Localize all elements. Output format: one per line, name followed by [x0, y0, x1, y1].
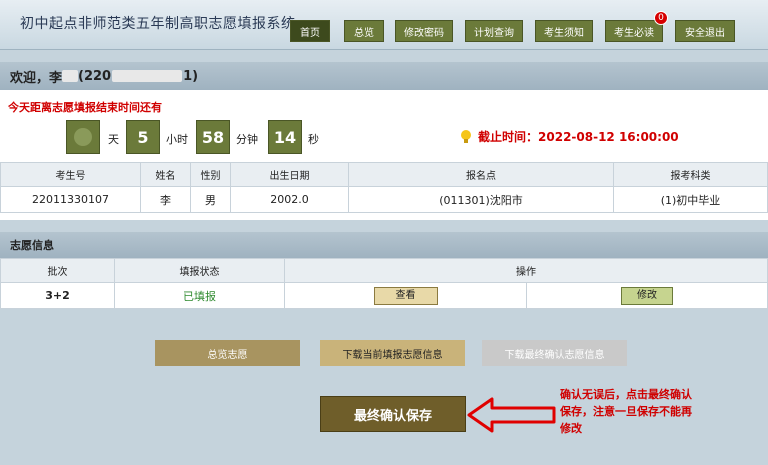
overview-volunteer-button[interactable]: 总览志愿: [155, 340, 300, 366]
cell-batch: 3+2: [0, 282, 115, 309]
countdown-label: 今天距离志愿填报结束时间还有: [8, 101, 162, 114]
col-batch: 批次: [0, 258, 115, 283]
volunteer-table: 批次 填报状态 操作 3+2 已填报 查看 修改: [0, 258, 768, 309]
welcome-bar: 欢迎，李 (220 1): [0, 62, 768, 90]
col-birth-date: 出生日期: [230, 162, 349, 187]
welcome-id-open: (220: [78, 68, 112, 84]
col-registration-site: 报名点: [348, 162, 614, 187]
col-exam-category: 报考科类: [613, 162, 768, 187]
welcome-id-close: 1): [183, 68, 199, 84]
nav-overview[interactable]: 总览: [344, 20, 384, 42]
cell-name: 李: [140, 186, 191, 213]
countdown-days-unit: 天: [108, 133, 119, 146]
nav-student-notice[interactable]: 考生须知: [535, 20, 593, 42]
welcome-text: 欢迎，李: [10, 70, 63, 86]
col-operation: 操作: [284, 258, 768, 283]
student-table: 考生号 姓名 性别 出生日期 报名点 报考科类 22011330107 李 男 …: [0, 162, 768, 213]
countdown-minutes-unit: 分钟: [236, 133, 258, 146]
final-confirm-button[interactable]: 最终确认保存: [320, 396, 466, 432]
col-status: 填报状态: [114, 258, 285, 283]
cell-registration-site: (011301)沈阳市: [348, 186, 614, 213]
days-placeholder-icon: [74, 128, 92, 146]
volunteer-table-header: 批次 填报状态 操作: [0, 258, 768, 283]
countdown-seconds: 14: [268, 120, 302, 154]
notification-badge: 0: [654, 11, 668, 25]
edit-button[interactable]: 修改: [621, 286, 673, 305]
countdown-days: [66, 120, 100, 154]
countdown-minutes: 58: [196, 120, 230, 154]
deadline-value: 2022-08-12 16:00:00: [538, 129, 679, 144]
countdown-hours: 5: [126, 120, 160, 154]
nav-logout[interactable]: 安全退出: [675, 20, 735, 42]
col-name: 姓名: [140, 162, 191, 187]
countdown-seconds-unit: 秒: [308, 133, 319, 146]
table-row: 3+2 已填报 查看 修改: [0, 282, 768, 309]
cell-gender: 男: [190, 186, 231, 213]
cell-exam-no: 22011330107: [0, 186, 141, 213]
table-row: 22011330107 李 男 2002.0 (011301)沈阳市 (1)初中…: [0, 186, 768, 213]
nav-plan-query[interactable]: 计划查询: [465, 20, 523, 42]
cell-birth-date: 2002.0: [230, 186, 349, 213]
view-button[interactable]: 查看: [373, 286, 438, 305]
deadline: 截止时间： 2022-08-12 16:00:00: [460, 128, 679, 145]
download-final-button[interactable]: 下载最终确认志愿信息: [482, 340, 627, 366]
system-title: 初中起点非师范类五年制高职志愿填报系统: [20, 16, 296, 32]
final-confirm-note: 确认无误后，点击最终确认保存，注意一旦保存不能再修改: [560, 388, 692, 435]
redacted-id: [112, 70, 183, 82]
arrow-left-icon: [467, 397, 556, 433]
cell-status: 已填报: [114, 282, 285, 309]
nav-change-password[interactable]: 修改密码: [395, 20, 453, 42]
redacted-name: [62, 70, 79, 82]
nav-home[interactable]: 首页: [290, 20, 330, 42]
deadline-label: 截止时间：: [478, 130, 539, 144]
nav-must-read[interactable]: 考生必读 0: [605, 11, 668, 42]
col-gender: 性别: [190, 162, 231, 187]
student-info-panel: 今天距离志愿填报结束时间还有 天 5 小时 58 分钟 14 秒 截止时间： 2…: [0, 90, 768, 220]
countdown-hours-unit: 小时: [166, 133, 188, 146]
download-current-button[interactable]: 下载当前填报志愿信息: [320, 340, 465, 366]
student-table-header: 考生号 姓名 性别 出生日期 报名点 报考科类: [0, 162, 768, 187]
app-header: 初中起点非师范类五年制高职志愿填报系统 首页 总览 修改密码 计划查询 考生须知…: [0, 0, 768, 50]
volunteer-section-title: 志愿信息: [0, 232, 768, 258]
lightbulb-icon: [461, 129, 471, 143]
col-exam-no: 考生号: [0, 162, 141, 187]
cell-exam-category: (1)初中毕业: [613, 186, 768, 213]
